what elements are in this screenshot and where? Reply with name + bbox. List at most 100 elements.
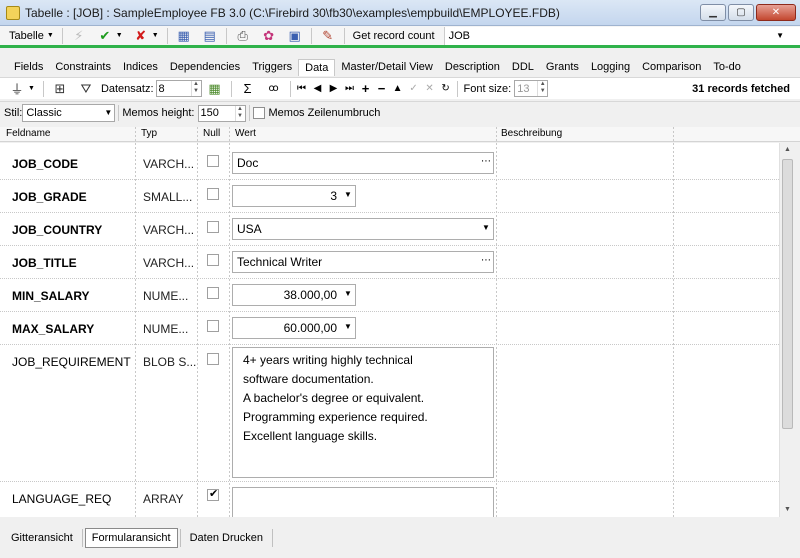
tab-data[interactable]: Data — [298, 59, 336, 76]
sigma-icon: Σ — [243, 81, 252, 96]
value-text: Technical Writer — [237, 255, 323, 269]
chevron-down-icon[interactable]: ▼ — [341, 285, 355, 305]
tab-logging[interactable]: Logging — [585, 59, 636, 76]
chevron-down-icon[interactable]: ▼ — [341, 318, 355, 338]
null-checkbox[interactable] — [207, 320, 219, 332]
close-button[interactable]: ✕ — [756, 4, 796, 21]
value-memo[interactable]: 4+ years writing highly technical softwa… — [232, 347, 494, 478]
grid-settings-button[interactable]: ▦ — [202, 80, 228, 98]
tab-description[interactable]: Description — [439, 59, 506, 76]
tab-formularansicht[interactable]: Formularansicht — [84, 528, 178, 548]
memos-height-spinner[interactable]: 150 ▲ ▼ — [197, 104, 246, 122]
memos-height-label: Memos height: — [122, 107, 195, 119]
edit-record-icon[interactable]: ▲ — [390, 83, 406, 94]
field-name: MIN_SALARY — [12, 289, 90, 303]
chevron-down-icon[interactable]: ▼ — [341, 186, 355, 206]
edit-blob-button[interactable]: ✎ — [315, 27, 341, 45]
field-type: NUME... — [143, 322, 189, 336]
stil-select[interactable]: Classic ▼ — [22, 104, 116, 122]
next-record-icon[interactable]: ▶ — [326, 83, 342, 94]
commit-button[interactable]: ✔ ▼ — [92, 27, 128, 45]
spin-icon[interactable]: ▲ ▼ — [190, 81, 201, 96]
null-checkbox[interactable] — [207, 353, 219, 365]
grid-icon: ▦ — [177, 27, 190, 43]
tab-triggers[interactable]: Triggers — [246, 59, 298, 76]
chevron-down-icon[interactable]: ▼ — [479, 219, 493, 239]
tab-dependencies[interactable]: Dependencies — [164, 59, 246, 76]
refresh-icon[interactable]: ↻ — [438, 83, 454, 94]
cancel-record-icon[interactable]: ✕ — [422, 83, 438, 94]
tab-daten-drucken[interactable]: Daten Drucken — [183, 528, 270, 548]
minimize-button[interactable]: ▁ — [700, 4, 726, 21]
export-button[interactable]: ⊞ — [47, 80, 73, 98]
header-wert[interactable]: Wert — [235, 128, 256, 139]
null-checkbox[interactable] — [207, 155, 219, 167]
header-null[interactable]: Null — [203, 128, 220, 139]
header-typ[interactable]: Typ — [141, 128, 157, 139]
compile-button[interactable]: ⚡ — [66, 27, 92, 45]
tab-comparison[interactable]: Comparison — [636, 59, 707, 76]
value-select[interactable]: USA ▼ — [232, 218, 494, 240]
tab-gitteransicht[interactable]: Gitteransicht — [4, 528, 80, 548]
null-checkbox[interactable] — [207, 287, 219, 299]
sum-button[interactable]: Σ — [235, 80, 261, 98]
rollback-button[interactable]: ✘ ▼ — [128, 27, 164, 45]
ellipsis-icon[interactable]: ⋯ — [479, 252, 493, 272]
null-checkbox[interactable] — [207, 188, 219, 200]
spin-icon[interactable]: ▲ ▼ — [234, 105, 245, 121]
first-record-icon[interactable]: ⏮ — [294, 83, 310, 94]
print-button[interactable]: ⎙ — [230, 27, 256, 45]
prev-record-icon[interactable]: ◀ — [310, 83, 326, 94]
tools-button[interactable]: ✿ — [256, 27, 282, 45]
null-checkbox[interactable] — [207, 254, 219, 266]
spin-icon[interactable]: ▲ ▼ — [537, 81, 547, 96]
separator — [271, 529, 273, 547]
tab-todo[interactable]: To-do — [707, 59, 747, 76]
datensatz-spinner[interactable]: 8 ▲ ▼ — [155, 80, 202, 97]
scroll-thumb[interactable] — [782, 159, 793, 429]
filter-button[interactable]: ⏚ ▼ — [4, 80, 40, 98]
field-type: ARRAY — [143, 492, 184, 506]
value-input[interactable]: Technical Writer ⋯ — [232, 251, 494, 273]
null-checkbox[interactable] — [207, 487, 219, 501]
table-view-button[interactable]: ▦ — [171, 27, 197, 45]
scroll-down-icon[interactable]: ▼ — [780, 503, 795, 517]
tab-master-detail[interactable]: Master/Detail View — [335, 59, 439, 76]
value-input[interactable]: Doc ⋯ — [232, 152, 494, 174]
tab-constraints[interactable]: Constraints — [49, 59, 117, 76]
find-button[interactable]: ꝏ — [261, 80, 287, 98]
value-input[interactable]: 38.000,00 ▼ — [232, 284, 356, 306]
tab-grants[interactable]: Grants — [540, 59, 585, 76]
delete-record-icon[interactable]: − — [374, 81, 390, 96]
font-size-value: 13 — [517, 82, 530, 95]
tab-ddl[interactable]: DDL — [506, 59, 540, 76]
tab-indices[interactable]: Indices — [117, 59, 164, 76]
font-size-spinner[interactable]: 13 ▲ ▼ — [514, 80, 549, 97]
ellipsis-icon[interactable]: ⋯ — [479, 153, 493, 173]
null-checkbox[interactable] — [207, 221, 219, 233]
vertical-scrollbar[interactable]: ▲ ▼ — [779, 143, 794, 517]
filter-clear-button[interactable]: ⛛ — [73, 80, 99, 98]
value-input[interactable]: 60.000,00 ▼ — [232, 317, 356, 339]
value-input[interactable]: 3 ▼ — [232, 185, 356, 207]
table-menu-button[interactable]: Tabelle ▼ — [4, 27, 59, 45]
maximize-button[interactable]: ▢ — [728, 4, 754, 21]
tab-fields[interactable]: Fields — [8, 59, 49, 76]
value-text: USA — [237, 222, 262, 236]
insert-record-icon[interactable]: + — [358, 81, 374, 96]
last-record-icon[interactable]: ⏭ — [342, 83, 358, 94]
field-row: MIN_SALARY NUME... 38.000,00 ▼ — [0, 279, 779, 312]
post-record-icon[interactable]: ✓ — [406, 83, 422, 94]
header-feldname[interactable]: Feldname — [6, 128, 50, 139]
field-name: JOB_REQUIREMENT — [12, 355, 131, 369]
puzzle-icon: ✿ — [263, 27, 275, 43]
table-edit-button[interactable]: ▤ — [197, 27, 223, 45]
value-memo[interactable] — [232, 487, 494, 517]
stil-label: Stil: — [4, 107, 23, 119]
object-name-field[interactable]: JOB ▼ — [443, 26, 800, 45]
structure-button[interactable]: ▣ — [282, 27, 308, 45]
memos-wrap-checkbox[interactable] — [252, 107, 265, 119]
scroll-up-icon[interactable]: ▲ — [780, 143, 795, 157]
get-record-count-button[interactable]: Get record count — [348, 27, 440, 45]
header-beschreibung[interactable]: Beschreibung — [501, 128, 562, 139]
